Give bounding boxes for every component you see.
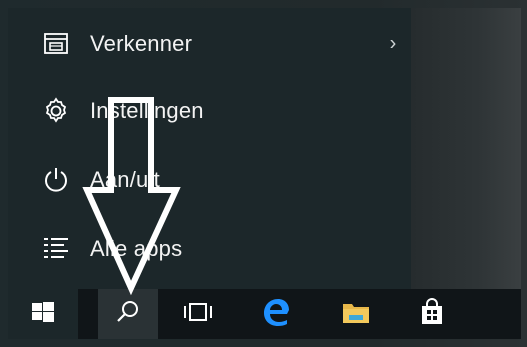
start-item-file-explorer[interactable]: Verkenner › xyxy=(8,14,411,74)
taskbar xyxy=(8,289,521,339)
windows-logo-icon xyxy=(30,299,56,330)
chevron-right-icon[interactable]: › xyxy=(383,33,403,56)
power-icon xyxy=(38,162,74,198)
edge-icon xyxy=(261,297,291,332)
all-apps-icon xyxy=(38,231,74,267)
file-explorer-icon xyxy=(38,26,74,62)
start-item-label: Verkenner xyxy=(90,31,193,56)
store-icon xyxy=(419,297,445,331)
store-button[interactable] xyxy=(402,289,462,339)
start-item-label: Instellingen xyxy=(90,98,204,123)
task-view-button[interactable] xyxy=(168,289,228,339)
start-item-power[interactable]: Aan/uit xyxy=(8,150,411,210)
file-explorer-button[interactable] xyxy=(326,289,386,339)
start-button[interactable] xyxy=(8,289,78,339)
start-item-settings[interactable]: Instellingen xyxy=(8,81,411,141)
edge-button[interactable] xyxy=(246,289,306,339)
gear-icon xyxy=(38,93,74,129)
search-button[interactable] xyxy=(98,289,158,339)
folder-icon xyxy=(341,299,371,330)
start-item-all-apps[interactable]: Alle apps xyxy=(8,219,411,279)
desktop-background xyxy=(411,8,521,289)
search-icon xyxy=(114,298,142,331)
task-view-icon xyxy=(181,300,215,329)
start-item-label: Alle apps xyxy=(90,236,183,261)
start-item-label: Aan/uit xyxy=(90,167,160,192)
